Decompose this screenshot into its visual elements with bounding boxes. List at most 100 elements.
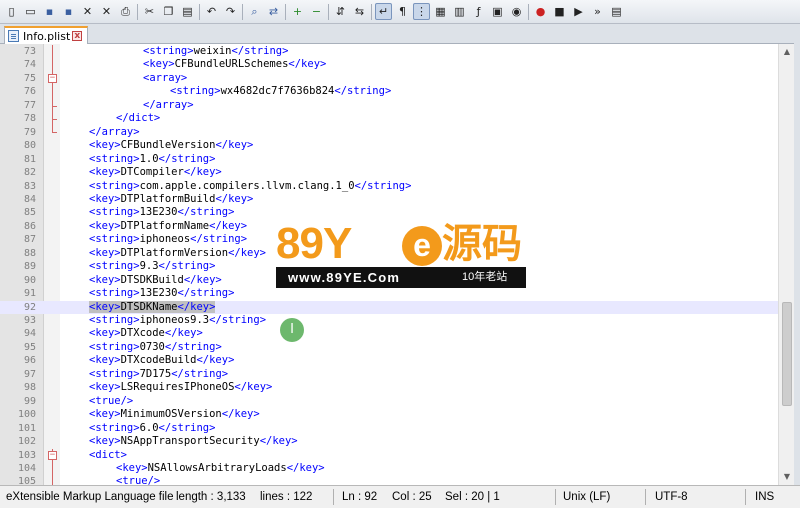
status-eol[interactable]: Unix (LF) — [563, 486, 610, 508]
print-icon[interactable]: ⎙ — [117, 3, 134, 20]
find-icon[interactable]: ⌕ — [246, 3, 263, 20]
code-line[interactable]: 83 <string>com.apple.compilers.llvm.clang… — [0, 180, 778, 193]
code-line[interactable]: 74 <key>CFBundleURLSchemes</key> — [0, 58, 778, 71]
cut-icon[interactable]: ✂ — [141, 3, 158, 20]
zoom-out-icon[interactable]: − — [308, 3, 325, 20]
vertical-scrollbar[interactable]: ▲ ▼ — [778, 44, 794, 485]
code-line[interactable]: 98 <key>LSRequiresIPhoneOS</key> — [0, 381, 778, 394]
fold-toggle-icon[interactable]: − — [48, 450, 57, 460]
code-line[interactable]: 84 <key>DTPlatformBuild</key> — [0, 193, 778, 206]
copy-icon[interactable]: ❐ — [160, 3, 177, 20]
folder-workspace-icon[interactable]: ▣ — [489, 3, 506, 20]
xml-tag: <key> — [89, 246, 121, 259]
code-line[interactable]: 99 <true/> — [0, 395, 778, 408]
xml-value: LSRequiresIPhoneOS — [120, 381, 235, 394]
code-line[interactable]: 85 <string>13E230</string> — [0, 206, 778, 219]
sync-horizontal-icon[interactable]: ⇆ — [351, 3, 368, 20]
status-divider — [645, 489, 646, 505]
code-line[interactable]: 101 <string>6.0</string> — [0, 422, 778, 435]
paste-icon[interactable]: ▤ — [179, 3, 196, 20]
code-line[interactable]: 79 </array> — [0, 126, 778, 139]
redo-icon[interactable]: ↷ — [222, 3, 239, 20]
status-encoding[interactable]: UTF-8 — [655, 486, 688, 508]
xml-tag: </key> — [288, 58, 327, 71]
tab-close-icon[interactable]: x — [72, 31, 83, 41]
undo-icon[interactable]: ↶ — [203, 3, 220, 20]
code-line[interactable]: 92 <key>DTSDKName</key> — [0, 300, 778, 314]
code-line[interactable]: 78 </dict> — [0, 112, 778, 125]
xml-tag: </string> — [177, 206, 235, 219]
new-file-icon[interactable]: ▯ — [3, 3, 20, 20]
xml-value: 6.0 — [139, 421, 159, 434]
xml-tag: <string> — [89, 421, 140, 434]
tab-info-plist[interactable]: Info.plist x — [4, 26, 88, 44]
xml-value: 7D175 — [139, 367, 172, 380]
close-icon[interactable]: ✕ — [79, 3, 96, 20]
watermark-brand-cn: 源码 — [442, 221, 522, 267]
xml-tag: <key> — [89, 300, 121, 313]
code-line[interactable]: 103 <dict> — [0, 449, 778, 462]
code-line[interactable]: 75 <array> — [0, 72, 778, 85]
code-line[interactable]: 82 <key>DTCompiler</key> — [0, 166, 778, 179]
code-line[interactable]: 97 <string>7D175</string> — [0, 368, 778, 381]
replace-icon[interactable]: ⇄ — [265, 3, 282, 20]
run-macro-multiple-icon[interactable]: » — [589, 3, 606, 20]
show-all-chars-icon[interactable]: ¶ — [394, 3, 411, 20]
xml-tag: <key> — [143, 58, 175, 71]
status-divider — [555, 489, 556, 505]
save-macro-icon[interactable]: ▤ — [608, 3, 625, 20]
xml-tag: </key> — [215, 192, 254, 205]
line-number: 81 — [23, 153, 36, 165]
xml-value: DTPlatformBuild — [120, 192, 216, 205]
code-line[interactable]: 104 <key>NSAllowsArbitraryLoads</key> — [0, 462, 778, 475]
fold-toggle-icon[interactable]: − — [48, 73, 57, 83]
code-line[interactable]: 73 <string>weixin</string> — [0, 45, 778, 58]
sync-vertical-icon[interactable]: ⇵ — [332, 3, 349, 20]
zoom-in-icon[interactable]: + — [289, 3, 306, 20]
xml-tag: <string> — [89, 206, 140, 219]
code-line[interactable]: 76 <string>wx4682dc7f7636b824</string> — [0, 85, 778, 98]
close-all-icon[interactable]: ✕ — [98, 3, 115, 20]
code-line[interactable]: 96 <key>DTXcodeBuild</key> — [0, 354, 778, 367]
save-all-icon[interactable]: ▪ — [60, 3, 77, 20]
xml-value: DTSDKBuild — [120, 273, 184, 286]
stop-macro-icon[interactable]: ■ — [551, 3, 568, 20]
word-wrap-icon[interactable]: ↵ — [375, 3, 392, 20]
scroll-down-icon[interactable]: ▼ — [779, 469, 795, 485]
scroll-up-icon[interactable]: ▲ — [779, 44, 795, 60]
status-mode[interactable]: INS — [755, 486, 774, 508]
code-text: <key>NSAllowsArbitraryLoads</key> — [116, 462, 325, 475]
line-number: 79 — [23, 126, 36, 138]
record-macro-icon[interactable]: ● — [532, 3, 549, 20]
code-text: <true/> — [89, 395, 133, 408]
code-line[interactable]: 102 <key>NSAppTransportSecurity</key> — [0, 435, 778, 448]
tab-bar: Info.plist x — [0, 24, 800, 44]
toolbar-separator — [199, 3, 200, 20]
xml-value: iphoneos — [139, 233, 191, 246]
line-number: 92 — [23, 301, 36, 313]
user-language-icon[interactable]: ▦ — [432, 3, 449, 20]
code-line[interactable]: 77 </array> — [0, 99, 778, 112]
monitoring-icon[interactable]: ◉ — [508, 3, 525, 20]
function-list-icon[interactable]: ƒ — [470, 3, 487, 20]
code-line[interactable]: 93 <string>iphoneos9.3</string> — [0, 314, 778, 327]
code-line[interactable]: 94 <key>DTXcode</key> — [0, 327, 778, 340]
xml-tag: <string> — [89, 152, 140, 165]
code-line[interactable]: 100 <key>MinimumOSVersion</key> — [0, 408, 778, 421]
save-icon[interactable]: ▪ — [41, 3, 58, 20]
indent-guide-icon[interactable]: ⋮ — [413, 3, 430, 20]
code-line[interactable]: 80 <key>CFBundleVersion</key> — [0, 139, 778, 152]
code-line[interactable]: 81 <string>1.0</string> — [0, 153, 778, 166]
status-divider — [745, 489, 746, 505]
xml-tag: <key> — [89, 273, 121, 286]
doc-map-icon[interactable]: ▥ — [451, 3, 468, 20]
play-macro-icon[interactable]: ▶ — [570, 3, 587, 20]
code-line[interactable]: 95 <string>0730</string> — [0, 341, 778, 354]
line-number: 100 — [17, 409, 36, 421]
open-file-icon[interactable]: ▭ — [22, 3, 39, 20]
code-line[interactable]: 91 <string>13E230</string> — [0, 287, 778, 300]
scrollbar-thumb[interactable] — [782, 302, 792, 406]
code-line[interactable]: 105 <true/> — [0, 475, 778, 485]
line-number: 82 — [23, 167, 36, 179]
xml-tag: </string> — [158, 260, 216, 273]
